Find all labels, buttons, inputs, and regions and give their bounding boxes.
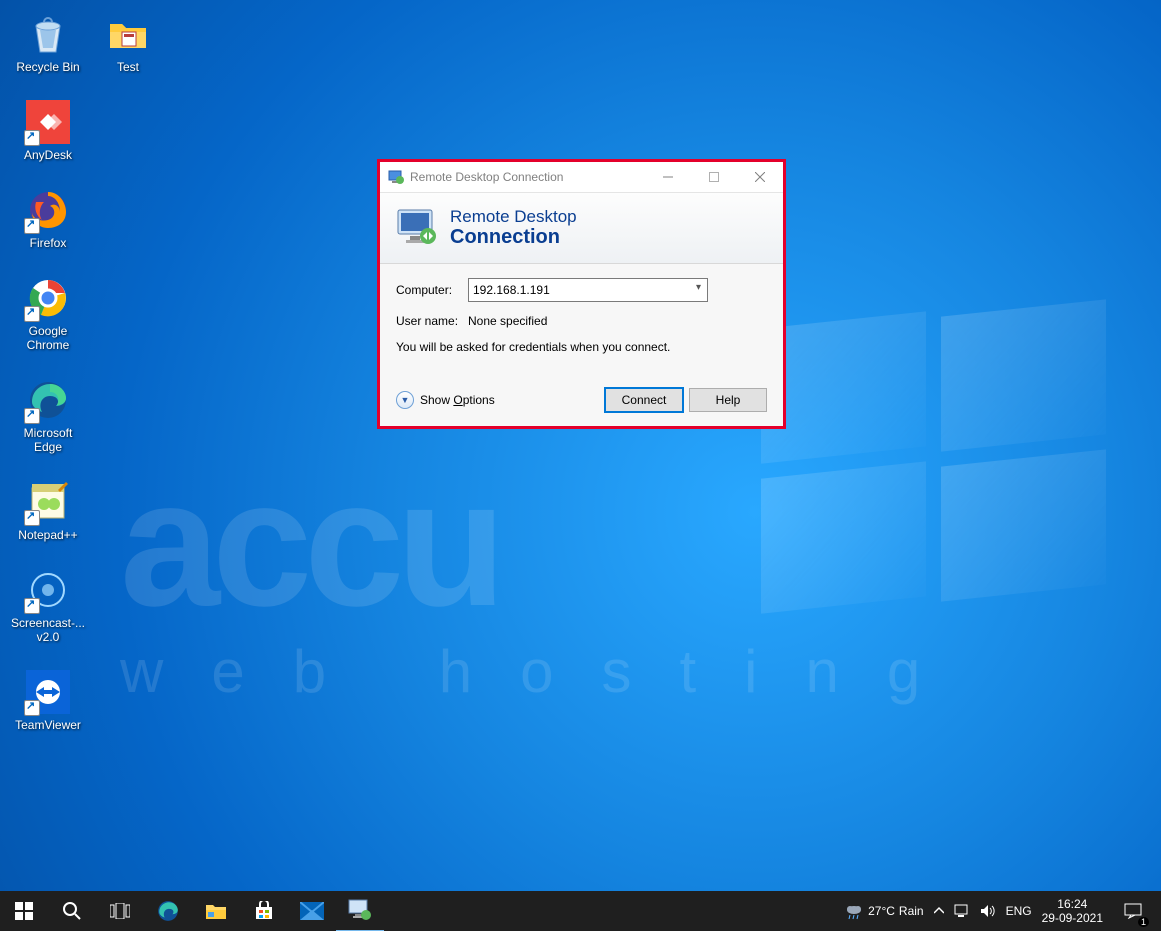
rdc-window: Remote Desktop Connection Remote Desktop… — [380, 162, 783, 426]
system-tray: 27°C Rain ENG 16:24 29-09-2021 1 — [836, 891, 1161, 931]
taskbar-store[interactable] — [240, 891, 288, 931]
weather-widget[interactable]: 27°C Rain — [844, 901, 924, 921]
weather-temp: 27°C — [868, 904, 895, 918]
desktop-icons-col2: Test — [90, 12, 166, 100]
close-button[interactable] — [737, 162, 783, 192]
tray-volume-icon[interactable] — [980, 904, 996, 918]
rdc-title-text: Remote Desktop Connection — [410, 170, 645, 184]
chrome-icon — [26, 276, 70, 320]
taskbar-edge[interactable] — [144, 891, 192, 931]
rdc-body: Computer: 192.168.1.191 ▾ User name: Non… — [380, 264, 783, 380]
desktop-icon-test-folder[interactable]: Test — [90, 12, 166, 74]
connect-button[interactable]: Connect — [605, 388, 683, 412]
rdc-highlight-border: Remote Desktop Connection Remote Desktop… — [377, 159, 786, 429]
taskbar-rdc[interactable] — [336, 890, 384, 931]
folder-icon — [106, 12, 150, 56]
desktop[interactable]: accu web hosting Recycle Bin AnyDesk Fir… — [0, 0, 1161, 931]
username-label: User name: — [396, 314, 468, 328]
rdc-footer: ▼ Show Options Connect Help — [380, 380, 783, 426]
notepadpp-icon — [26, 480, 70, 524]
show-options-toggle[interactable]: ▼ Show Options — [396, 391, 495, 409]
clock-time: 16:24 — [1042, 897, 1103, 911]
rdc-banner-icon — [396, 208, 440, 248]
tray-clock[interactable]: 16:24 29-09-2021 — [1042, 897, 1103, 925]
desktop-icon-notepadpp[interactable]: Notepad++ — [10, 480, 86, 542]
desktop-icon-anydesk[interactable]: AnyDesk — [10, 100, 86, 162]
desktop-icon-recycle-bin[interactable]: Recycle Bin — [10, 12, 86, 74]
show-options-label: Show Options — [420, 393, 495, 407]
help-button[interactable]: Help — [689, 388, 767, 412]
notification-badge: 1 — [1138, 917, 1149, 927]
desktop-icon-teamviewer[interactable]: TeamViewer — [10, 670, 86, 732]
desktop-icon-screencast[interactable]: Screencast-... v2.0 — [10, 568, 86, 644]
desktop-icon-edge[interactable]: Microsoft Edge — [10, 378, 86, 454]
username-value: None specified — [468, 314, 547, 328]
rdc-banner-line2: Connection — [450, 226, 577, 248]
tray-language[interactable]: ENG — [1006, 904, 1032, 918]
start-button[interactable] — [0, 891, 48, 931]
action-center-button[interactable]: 1 — [1113, 891, 1153, 931]
taskbar-mail[interactable] — [288, 891, 336, 931]
search-button[interactable] — [48, 891, 96, 931]
computer-value: 192.168.1.191 — [473, 283, 550, 297]
taskbar-explorer[interactable] — [192, 891, 240, 931]
chevron-down-icon: ▼ — [396, 391, 414, 409]
teamviewer-icon — [26, 670, 70, 714]
tray-overflow[interactable] — [934, 906, 944, 916]
computer-combo[interactable]: 192.168.1.191 ▾ — [468, 278, 708, 302]
rdc-app-icon — [388, 169, 404, 185]
tray-network-icon[interactable] — [954, 904, 970, 918]
desktop-icons: Recycle Bin AnyDesk Firefox Google Chrom… — [10, 12, 170, 758]
minimize-button[interactable] — [645, 162, 691, 192]
task-view-button[interactable] — [96, 891, 144, 931]
chevron-down-icon: ▾ — [696, 282, 701, 293]
recycle-bin-icon — [26, 12, 70, 56]
desktop-icon-chrome[interactable]: Google Chrome — [10, 276, 86, 352]
edge-icon — [26, 378, 70, 422]
desktop-icon-firefox[interactable]: Firefox — [10, 188, 86, 250]
rdc-banner: Remote Desktop Connection — [380, 193, 783, 264]
maximize-button[interactable] — [691, 162, 737, 192]
rdc-titlebar[interactable]: Remote Desktop Connection — [380, 162, 783, 193]
windows-logo-backdrop — [761, 320, 1121, 620]
anydesk-icon — [26, 100, 70, 144]
computer-label: Computer: — [396, 283, 468, 297]
taskbar: 27°C Rain ENG 16:24 29-09-2021 1 — [0, 891, 1161, 931]
screencast-icon — [26, 568, 70, 612]
clock-date: 29-09-2021 — [1042, 911, 1103, 925]
rdc-banner-line1: Remote Desktop — [450, 208, 577, 226]
weather-cond: Rain — [899, 904, 924, 918]
credentials-hint: You will be asked for credentials when y… — [396, 340, 767, 354]
firefox-icon — [26, 188, 70, 232]
